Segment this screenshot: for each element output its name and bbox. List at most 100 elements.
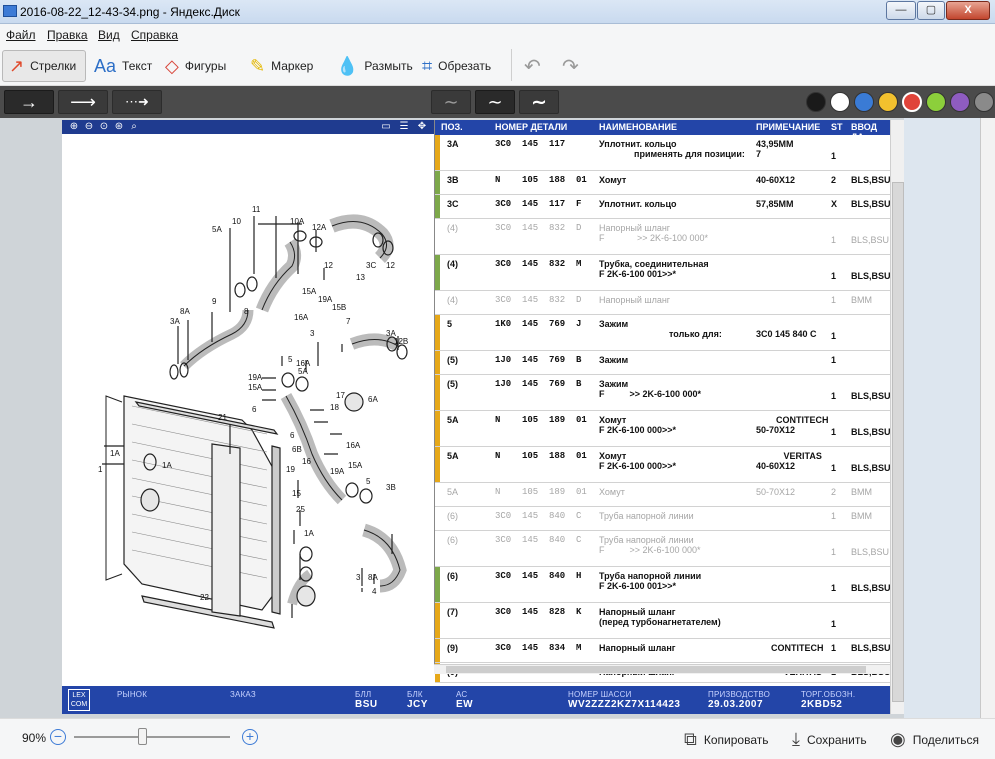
- color-swatch-black[interactable]: [806, 92, 826, 112]
- zoom-out-button[interactable]: −: [50, 729, 66, 745]
- col-pos-header[interactable]: ПОЗ.: [441, 122, 463, 132]
- table-row[interactable]: (6) 3C0 145 840 H Труба напорной линии F 2…: [435, 567, 890, 603]
- arrow-style-straight[interactable]: →: [4, 90, 54, 114]
- table-row[interactable]: (9) 3C0 145 834 M Напорный шланг CONTITECH…: [435, 639, 890, 663]
- row-note: 3C0 145 840 C: [756, 329, 817, 339]
- table-row[interactable]: 3A 3C0 145 117 Уплотнит. кольцо применять …: [435, 135, 890, 171]
- row-part-number: 1K0 145 769 J: [495, 319, 582, 329]
- arrow-style-dotted[interactable]: ⋯➜: [112, 90, 162, 114]
- arrow-style-long[interactable]: ⟶: [58, 90, 108, 114]
- row-status-bar: [435, 375, 440, 410]
- diagram-callout-label: 9: [212, 297, 217, 306]
- row-name: Хомут F 2K-6-100 000>>*: [599, 451, 677, 471]
- ac-label: АС: [456, 690, 468, 699]
- zoom-in-button[interactable]: +: [242, 729, 258, 745]
- window-title: 2016-08-22_12-43-34.png - Яндекс.Диск: [20, 5, 240, 19]
- row-note: VERITAS 40-60X12: [756, 451, 822, 471]
- zoom-slider-handle[interactable]: [138, 728, 147, 745]
- zoom-in-icon[interactable]: ⊕: [68, 121, 80, 133]
- table-row[interactable]: (4) 3C0 145 832 M Трубка, соединительная F…: [435, 255, 890, 291]
- menu-file[interactable]: Файл: [6, 28, 36, 42]
- table-row[interactable]: (5) 1J0 145 769 B Зажим F >> 2K-6-100 000*…: [435, 375, 890, 411]
- close-button[interactable]: X: [946, 1, 990, 20]
- table-row[interactable]: 5A N 105 189 01 Хомут 50-70X12 2 BMM: [435, 483, 890, 507]
- table-row[interactable]: (6) 3C0 145 840 C Труба напорной линии 1 BMM: [435, 507, 890, 531]
- diagram-callout-label: 3A: [170, 317, 180, 326]
- maximize-button[interactable]: ▢: [917, 1, 945, 20]
- table-row[interactable]: 5 1K0 145 769 J Зажим только для: 3C0 145 …: [435, 315, 890, 351]
- diagram-callout-label: 19A: [318, 295, 333, 304]
- blur-tool-label: Размыть: [364, 59, 413, 73]
- col-st-header[interactable]: ST: [831, 122, 843, 132]
- row-name: Труба напорной линии F >> 2K-6-100 000*: [599, 535, 701, 555]
- layout-icon[interactable]: ▭: [380, 121, 392, 133]
- menu-edit[interactable]: Правка: [47, 28, 88, 42]
- zoom-reset-icon[interactable]: ⊛: [113, 121, 125, 133]
- download-icon: ⤓: [792, 729, 800, 749]
- text-tool-button[interactable]: Aa Текст: [88, 50, 158, 82]
- row-st: 1: [831, 583, 837, 593]
- zoom-fit-icon[interactable]: ⊙: [98, 121, 110, 133]
- shapes-tool-icon: ◇: [165, 56, 179, 76]
- menu-view[interactable]: Вид: [98, 28, 120, 42]
- undo-icon[interactable]: ↶: [524, 54, 541, 79]
- parts-table: ПОЗ. НОМЕР ДЕТАЛИ НАИМЕНОВАНИЕ ПРИМЕЧАНИ…: [434, 120, 890, 683]
- row-part-number: 3C0 145 832 M: [495, 259, 582, 269]
- color-swatch-red[interactable]: [902, 92, 922, 112]
- zoom-slider[interactable]: [74, 728, 230, 745]
- diagram-callout-label: 19: [286, 465, 295, 474]
- diagram-callout-label: 6: [290, 431, 295, 440]
- table-row[interactable]: 3C 3C0 145 117 F Уплотнит. кольцо 57,85MM X B…: [435, 195, 890, 219]
- search-icon[interactable]: ⌕: [128, 121, 140, 133]
- table-row[interactable]: 5A N 105 188 01 Хомут F 2K-6-100 000>>* VE…: [435, 447, 890, 483]
- stroke-thick[interactable]: ∼: [519, 90, 559, 114]
- marker-tool-button[interactable]: ✎ Маркер: [244, 50, 319, 82]
- color-swatch-white[interactable]: [830, 92, 850, 112]
- row-status-bar: [435, 315, 440, 350]
- table-row[interactable]: (4) 3C0 145 832 D Напорный шланг F >> 2K-6…: [435, 219, 890, 255]
- table-row[interactable]: 3B N 105 188 01 Хомут 40-60X12 2 BLS,BSU: [435, 171, 890, 195]
- vin-label: НОМЕР ШАССИ: [568, 690, 632, 699]
- diagram-callout-label: 1A: [110, 449, 120, 458]
- copy-button[interactable]: ⧉ Копировать: [684, 729, 768, 750]
- color-swatch-yellow[interactable]: [878, 92, 898, 112]
- table-row[interactable]: (4) 3C0 145 832 D Напорный шланг 1 BMM: [435, 291, 890, 315]
- row-note: 40-60X12: [756, 175, 796, 185]
- horizontal-scrollbar[interactable]: [434, 664, 890, 674]
- row-status-bar: [435, 351, 440, 374]
- move-icon[interactable]: ✥: [416, 121, 428, 133]
- diagram-callout-label: 15B: [332, 303, 346, 312]
- color-swatch-grey[interactable]: [974, 92, 994, 112]
- crop-tool-button[interactable]: ⌗ Обрезать: [416, 50, 497, 82]
- col-note-header[interactable]: ПРИМЕЧАНИЕ: [756, 122, 820, 132]
- blur-tool-button[interactable]: 💧 Размыть: [330, 50, 419, 82]
- diagram-callout-label: 8A: [368, 573, 378, 582]
- share-button[interactable]: ◉ Поделиться: [890, 729, 979, 750]
- arrows-tool-button[interactable]: ↗ Стрелки: [2, 50, 86, 82]
- table-row[interactable]: (5) 1J0 145 769 B Зажим 1: [435, 351, 890, 375]
- minimize-button[interactable]: —: [886, 1, 916, 20]
- row-pos: 5A: [447, 487, 459, 497]
- stroke-thin[interactable]: ∼: [431, 90, 471, 114]
- table-row[interactable]: (7) 3C0 145 828 K Напорный шланг (перед ту…: [435, 603, 890, 639]
- color-swatch-green[interactable]: [926, 92, 946, 112]
- col-name-header[interactable]: НАИМЕНОВАНИЕ: [599, 122, 677, 132]
- color-swatch-purple[interactable]: [950, 92, 970, 112]
- zoom-out-icon[interactable]: ⊖: [83, 121, 95, 133]
- vertical-scrollbar[interactable]: [890, 120, 904, 714]
- row-name: Труба напорной линии F 2K-6-100 001>>*: [599, 571, 702, 591]
- menu-help[interactable]: Справка: [131, 28, 178, 42]
- save-button[interactable]: ⤓ Сохранить: [792, 729, 867, 750]
- stroke-medium[interactable]: ∼: [475, 90, 515, 114]
- table-row[interactable]: 5A N 105 189 01 Хомут F 2K-6-100 000>>* CO…: [435, 411, 890, 447]
- diagram-callout-label: 16A: [294, 313, 309, 322]
- table-row[interactable]: (6) 3C0 145 840 C Труба напорной линии F >…: [435, 531, 890, 567]
- row-status-bar: [435, 639, 440, 662]
- col-part-header[interactable]: НОМЕР ДЕТАЛИ: [495, 122, 567, 132]
- order-label: ЗАКАЗ: [230, 690, 256, 699]
- redo-icon[interactable]: ↷: [562, 54, 579, 79]
- shapes-tool-button[interactable]: ◇ Фигуры: [159, 50, 232, 82]
- color-swatch-blue[interactable]: [854, 92, 874, 112]
- row-part-number: 3C0 145 840 C: [495, 535, 582, 545]
- list-icon[interactable]: ☰: [398, 121, 410, 133]
